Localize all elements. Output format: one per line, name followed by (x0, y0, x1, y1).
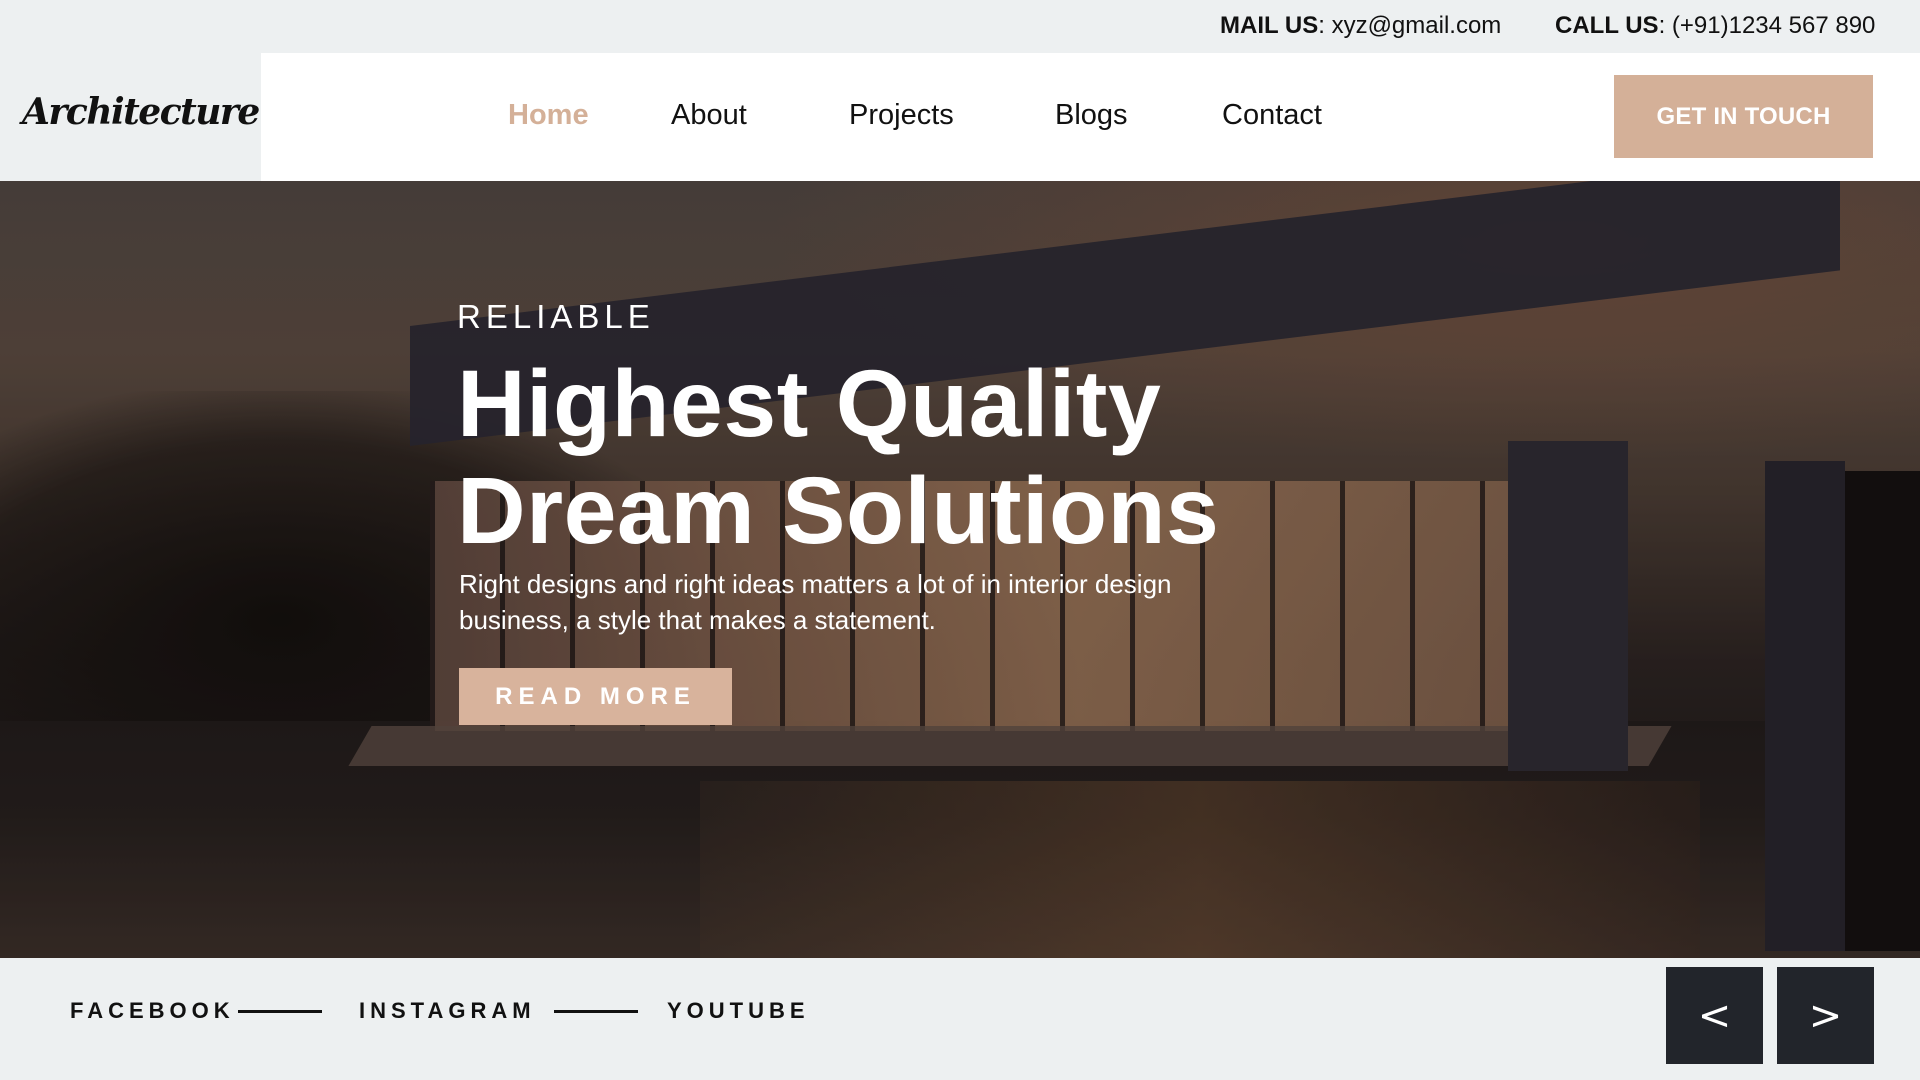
hero-description: Right designs and right ideas matters a … (459, 569, 1172, 635)
call-label: CALL US (1555, 12, 1659, 39)
hero-headline: Highest Quality Dream Solutions (457, 351, 1219, 565)
logo-container: Architecture (0, 53, 261, 181)
nav-link-about[interactable]: About (671, 99, 747, 132)
mail-value[interactable]: : xyz@gmail.com (1318, 12, 1501, 39)
facebook-link[interactable]: FACEBOOK (70, 998, 235, 1024)
nav-link-contact[interactable]: Contact (1222, 99, 1322, 132)
main-navbar: Architecture Home About Projects Blogs C… (0, 53, 1920, 181)
chevron-left-icon: < (1697, 992, 1732, 1039)
top-contact-bar: MAIL US: xyz@gmail.com CALL US: (+91)123… (0, 0, 1920, 53)
hero-headline-line1: Highest Quality (457, 351, 1162, 457)
call-info: CALL US: (+91)1234 567 890 (1555, 12, 1875, 40)
logo[interactable]: Architecture (22, 91, 260, 133)
call-value[interactable]: : (+91)1234 567 890 (1659, 12, 1876, 39)
read-more-button[interactable]: READ MORE (459, 668, 732, 725)
get-in-touch-button[interactable]: GET IN TOUCH (1614, 75, 1873, 158)
instagram-link[interactable]: INSTAGRAM (359, 998, 536, 1024)
nav-link-blogs[interactable]: Blogs (1055, 99, 1128, 132)
divider-line (238, 1010, 322, 1013)
divider-line (554, 1010, 638, 1013)
nav-link-home[interactable]: Home (508, 99, 589, 132)
next-slide-button[interactable]: > (1777, 967, 1874, 1064)
youtube-link[interactable]: YOUTUBE (667, 998, 810, 1024)
nav-link-projects[interactable]: Projects (849, 99, 954, 132)
hero-eyebrow: RELIABLE (457, 298, 655, 335)
mail-label: MAIL US (1220, 12, 1319, 39)
hero-section: RELIABLE Highest Quality Dream Solutions… (0, 181, 1920, 958)
chevron-right-icon: > (1808, 992, 1843, 1039)
hero-headline-line2: Dream Solutions (457, 458, 1220, 564)
social-bar: FACEBOOK INSTAGRAM YOUTUBE < > (0, 958, 1920, 1080)
previous-slide-button[interactable]: < (1666, 967, 1763, 1064)
mail-info: MAIL US: xyz@gmail.com (1220, 12, 1501, 40)
